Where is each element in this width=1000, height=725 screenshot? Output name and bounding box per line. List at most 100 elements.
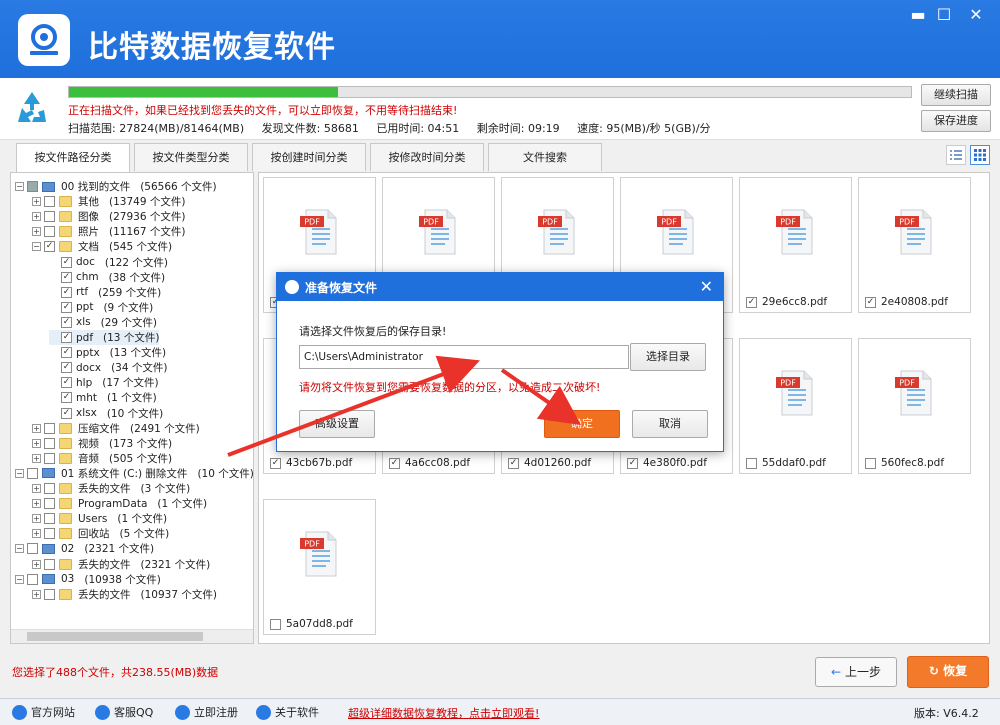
collapse-icon[interactable]: − bbox=[15, 182, 24, 191]
tab-by-created[interactable]: 按创建时间分类 bbox=[252, 143, 366, 171]
tree-item[interactable]: − ✓ 文档 (545 个文件) bbox=[32, 239, 172, 254]
expand-icon[interactable]: + bbox=[32, 484, 41, 493]
expand-icon[interactable]: + bbox=[32, 197, 41, 207]
file-checkbox[interactable] bbox=[865, 457, 876, 469]
tab-by-type[interactable]: 按文件类型分类 bbox=[134, 143, 248, 171]
tree-item-checkbox[interactable] bbox=[44, 437, 55, 449]
file-checkbox[interactable] bbox=[270, 618, 281, 630]
save-path-input[interactable] bbox=[299, 345, 629, 369]
collapse-icon[interactable]: − bbox=[15, 544, 24, 554]
tree-item-checkbox[interactable]: ✓ bbox=[61, 286, 72, 298]
footer-website-link[interactable]: 官方网站 bbox=[12, 704, 75, 720]
close-button[interactable]: ✕ bbox=[962, 4, 990, 26]
file-checkbox[interactable]: ✓ bbox=[627, 457, 638, 469]
tree-item[interactable]: + Users (1 个文件) bbox=[32, 511, 167, 526]
tree-item[interactable]: + 照片 (11167 个文件) bbox=[32, 224, 185, 239]
file-card[interactable]: PDF 560fec8.pdf bbox=[858, 338, 971, 474]
tree-item-checkbox[interactable] bbox=[44, 422, 55, 434]
expand-icon[interactable]: + bbox=[32, 423, 41, 433]
expand-icon[interactable]: + bbox=[32, 529, 41, 539]
list-view-icon[interactable] bbox=[946, 145, 966, 165]
tree-item[interactable]: ✓ hlp (17 个文件) bbox=[49, 375, 159, 390]
tree-item[interactable]: ✓ rtf (259 个文件) bbox=[49, 285, 161, 300]
tree-item[interactable]: ✓ pdf (13 个文件) bbox=[49, 330, 160, 345]
tree-item-checkbox[interactable]: ✓ bbox=[61, 377, 72, 389]
tree-item[interactable]: + 回收站 (5 个文件) bbox=[32, 526, 169, 541]
tree-item[interactable]: − 00 找到的文件 (56566 个文件) bbox=[15, 179, 217, 194]
tree-item-checkbox[interactable]: ✓ bbox=[61, 301, 72, 313]
tutorial-link[interactable]: 超级详细数据恢复教程，点击立即观看! bbox=[348, 705, 539, 721]
file-checkbox[interactable]: ✓ bbox=[746, 296, 757, 308]
tree-item-checkbox[interactable]: ✓ bbox=[61, 347, 72, 359]
tree-item-checkbox[interactable] bbox=[44, 452, 55, 464]
tree-item-checkbox[interactable] bbox=[44, 483, 55, 494]
file-card[interactable]: PDF 5a07dd8.pdf bbox=[263, 499, 376, 635]
tree-item[interactable]: − 01 系统文件 (C:) 删除文件 (10 个文件) bbox=[15, 466, 253, 481]
tree-item-checkbox[interactable] bbox=[44, 528, 55, 540]
confirm-button[interactable]: 确定 bbox=[544, 410, 620, 438]
tree-item-checkbox[interactable]: ✓ bbox=[61, 332, 72, 343]
tree-item[interactable]: ✓ xlsx (10 个文件) bbox=[49, 406, 163, 421]
tree-item[interactable]: ✓ mht (1 个文件) bbox=[49, 390, 157, 405]
prev-step-button[interactable]: ← 上一步 bbox=[815, 657, 897, 687]
tree-item[interactable]: ✓ chm (38 个文件) bbox=[49, 270, 165, 285]
continue-scan-button[interactable]: 继续扫描 bbox=[921, 84, 991, 106]
minimize-button[interactable]: ▬ bbox=[904, 4, 932, 26]
save-progress-button[interactable]: 保存进度 bbox=[921, 110, 991, 132]
tree-item[interactable]: ✓ pptx (13 个文件) bbox=[49, 345, 166, 360]
file-checkbox[interactable]: ✓ bbox=[865, 296, 876, 308]
tree-item-checkbox[interactable] bbox=[27, 181, 38, 192]
tree-item-checkbox[interactable] bbox=[44, 211, 55, 223]
expand-icon[interactable]: + bbox=[32, 453, 41, 463]
tree-item-checkbox[interactable] bbox=[44, 196, 55, 208]
file-card[interactable]: PDF ✓ 29e6cc8.pdf bbox=[739, 177, 852, 313]
tree-item-checkbox[interactable] bbox=[27, 467, 38, 479]
file-card[interactable]: PDF ✓ 2e40808.pdf bbox=[858, 177, 971, 313]
tree-item-checkbox[interactable]: ✓ bbox=[61, 256, 72, 268]
tree-item-checkbox[interactable]: ✓ bbox=[61, 316, 72, 328]
file-card[interactable]: PDF 55ddaf0.pdf bbox=[739, 338, 852, 474]
advanced-settings-button[interactable]: 高级设置 bbox=[299, 410, 375, 438]
tree-item[interactable]: + 压缩文件 (2491 个文件) bbox=[32, 421, 200, 436]
tree-item-checkbox[interactable] bbox=[27, 543, 38, 555]
footer-qq-link[interactable]: 客服QQ bbox=[95, 704, 153, 720]
expand-icon[interactable]: + bbox=[32, 227, 41, 237]
footer-about-link[interactable]: 关于软件 bbox=[256, 704, 319, 720]
expand-icon[interactable]: + bbox=[32, 514, 41, 524]
tree-item[interactable]: + 图像 (27936 个文件) bbox=[32, 209, 185, 224]
tree-item[interactable]: − 02 (2321 个文件) bbox=[15, 541, 154, 556]
tree-item[interactable]: ✓ docx (34 个文件) bbox=[49, 360, 167, 375]
tree-item[interactable]: ✓ xls (29 个文件) bbox=[49, 315, 157, 330]
footer-register-link[interactable]: 立即注册 bbox=[175, 704, 238, 720]
tab-by-modified[interactable]: 按修改时间分类 bbox=[370, 143, 484, 171]
tree-item-checkbox[interactable]: ✓ bbox=[61, 362, 72, 374]
collapse-icon[interactable]: − bbox=[15, 468, 24, 478]
tree-item[interactable]: ✓ doc (122 个文件) bbox=[49, 255, 168, 270]
recover-button[interactable]: ↻ 恢复 bbox=[907, 656, 989, 688]
file-checkbox[interactable]: ✓ bbox=[508, 457, 519, 469]
browse-directory-button[interactable]: 选择目录 bbox=[630, 343, 706, 371]
tree-item[interactable]: + 其他 (13749 个文件) bbox=[32, 194, 185, 209]
tree-item-checkbox[interactable] bbox=[44, 513, 55, 525]
maximize-button[interactable]: ☐ bbox=[930, 4, 958, 26]
tab-by-path[interactable]: 按文件路径分类 bbox=[16, 143, 130, 173]
tree-item[interactable]: − 03 (10938 个文件) bbox=[15, 572, 161, 587]
cancel-button[interactable]: 取消 bbox=[632, 410, 708, 438]
tree-item[interactable]: + 丢失的文件 (10937 个文件) bbox=[32, 587, 217, 602]
tree-item-checkbox[interactable] bbox=[44, 498, 55, 510]
expand-icon[interactable]: + bbox=[32, 559, 41, 569]
collapse-icon[interactable]: − bbox=[15, 574, 24, 584]
tree-item-checkbox[interactable]: ✓ bbox=[44, 241, 55, 253]
tree-item[interactable]: + 音频 (505 个文件) bbox=[32, 451, 172, 466]
tree-item-checkbox[interactable]: ✓ bbox=[61, 271, 72, 283]
scrollbar-thumb[interactable] bbox=[27, 632, 203, 641]
dialog-close-icon[interactable]: ✕ bbox=[700, 277, 713, 296]
file-checkbox[interactable] bbox=[746, 457, 757, 469]
tree-item-checkbox[interactable] bbox=[44, 558, 55, 570]
grid-view-icon[interactable] bbox=[970, 145, 990, 165]
expand-icon[interactable]: + bbox=[32, 438, 41, 448]
tree-item-checkbox[interactable]: ✓ bbox=[61, 407, 72, 419]
tree-item[interactable]: + 视频 (173 个文件) bbox=[32, 436, 172, 451]
collapse-icon[interactable]: − bbox=[32, 242, 41, 252]
tree-item-checkbox[interactable] bbox=[44, 226, 55, 238]
